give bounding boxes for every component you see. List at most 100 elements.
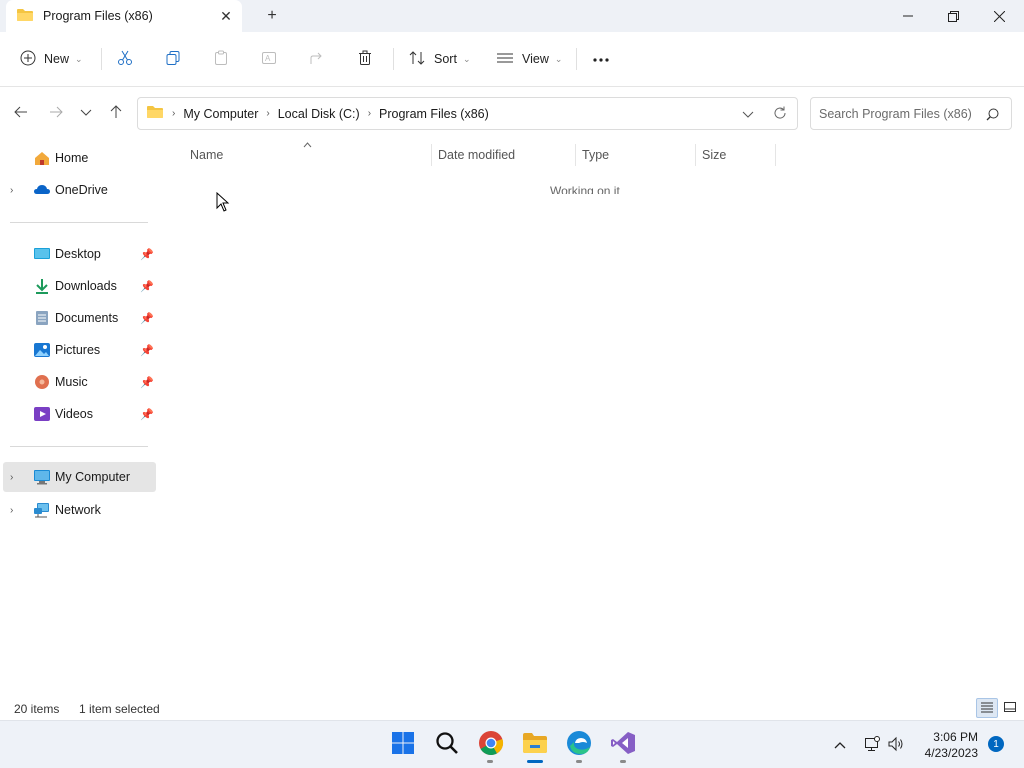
pin-icon: 📌 bbox=[140, 312, 154, 325]
clock[interactable]: 3:06 PM 4/23/2023 bbox=[918, 729, 978, 761]
start-button[interactable] bbox=[388, 729, 418, 759]
column-divider[interactable] bbox=[775, 144, 776, 166]
up-button[interactable] bbox=[103, 100, 129, 126]
rename-button[interactable]: A bbox=[261, 46, 277, 72]
status-bar: 20 items 1 item selected bbox=[0, 698, 1024, 720]
back-button[interactable] bbox=[8, 100, 34, 126]
sidebar-item-pictures[interactable]: Pictures 📌 bbox=[0, 335, 156, 365]
downloads-icon bbox=[33, 278, 51, 294]
pictures-icon bbox=[33, 342, 51, 358]
sidebar-item-label: Music bbox=[55, 375, 88, 389]
close-button[interactable] bbox=[976, 0, 1022, 32]
notification-badge[interactable]: 1 bbox=[988, 736, 1004, 752]
pin-icon: 📌 bbox=[140, 344, 154, 357]
sidebar-item-desktop[interactable]: Desktop 📌 bbox=[0, 239, 156, 269]
view-button[interactable]: View ⌄ bbox=[496, 46, 562, 72]
sidebar-item-onedrive[interactable]: › OneDrive bbox=[0, 175, 156, 205]
tab-program-files[interactable]: Program Files (x86) ✕ bbox=[6, 0, 242, 32]
share-button[interactable] bbox=[309, 46, 325, 72]
column-header-date-modified[interactable]: Date modified bbox=[438, 148, 515, 162]
search-icon[interactable] bbox=[986, 108, 999, 124]
sidebar-item-videos[interactable]: Videos 📌 bbox=[0, 399, 156, 429]
copy-icon bbox=[165, 50, 181, 69]
tiles-view-button[interactable] bbox=[999, 698, 1021, 718]
taskbar-edge[interactable] bbox=[564, 729, 594, 759]
recent-locations-button[interactable] bbox=[73, 100, 99, 126]
sidebar-item-documents[interactable]: Documents 📌 bbox=[0, 303, 156, 333]
divider bbox=[393, 48, 394, 70]
arrow-up-icon bbox=[109, 104, 123, 122]
column-divider[interactable] bbox=[431, 144, 432, 166]
sidebar-item-network[interactable]: › Network bbox=[0, 495, 156, 525]
command-bar: New ⌄ A Sort ⌄ View ⌄ bbox=[0, 32, 1024, 87]
active-indicator bbox=[527, 760, 543, 763]
network-status-button[interactable] bbox=[862, 735, 882, 755]
sidebar-item-my-computer[interactable]: › My Computer bbox=[3, 462, 156, 492]
sort-button[interactable]: Sort ⌄ bbox=[408, 46, 470, 72]
column-divider[interactable] bbox=[695, 144, 696, 166]
running-indicator bbox=[576, 760, 582, 763]
chevron-right-icon[interactable]: › bbox=[368, 108, 371, 119]
forward-button[interactable] bbox=[43, 100, 69, 126]
paste-button[interactable] bbox=[213, 46, 229, 72]
taskbar-chrome[interactable] bbox=[476, 729, 506, 759]
sort-icon bbox=[408, 50, 426, 69]
column-header-name[interactable]: Name bbox=[190, 148, 223, 162]
more-options-button[interactable] bbox=[592, 46, 610, 72]
item-count: 20 items bbox=[14, 702, 60, 716]
breadcrumb-local-disk[interactable]: Local Disk (C:) bbox=[278, 107, 360, 121]
sidebar-item-home[interactable]: Home bbox=[0, 143, 156, 173]
divider bbox=[576, 48, 577, 70]
taskbar-visual-studio[interactable] bbox=[608, 729, 638, 759]
chevron-right-icon[interactable]: › bbox=[10, 185, 22, 196]
new-button[interactable]: New ⌄ bbox=[20, 46, 83, 72]
search-input[interactable] bbox=[819, 106, 979, 121]
pin-icon: 📌 bbox=[140, 376, 154, 389]
column-header-size[interactable]: Size bbox=[702, 148, 726, 162]
copy-button[interactable] bbox=[165, 46, 181, 72]
tiles-view-icon bbox=[1003, 701, 1017, 716]
chevron-right-icon[interactable]: › bbox=[266, 108, 269, 119]
chevron-right-icon[interactable]: › bbox=[10, 505, 22, 516]
home-icon bbox=[33, 150, 51, 166]
address-dropdown-icon[interactable] bbox=[742, 108, 754, 122]
sidebar-item-label: Videos bbox=[55, 407, 93, 421]
chevron-down-icon: ⌄ bbox=[462, 53, 471, 64]
volume-button[interactable] bbox=[886, 735, 906, 755]
delete-button[interactable] bbox=[357, 46, 373, 72]
svg-text:A: A bbox=[265, 54, 271, 63]
sidebar-item-downloads[interactable]: Downloads 📌 bbox=[0, 271, 156, 301]
chevron-right-icon[interactable]: › bbox=[10, 472, 22, 483]
taskbar: 3:06 PM 4/23/2023 bbox=[0, 720, 1024, 768]
breadcrumb-program-files-x86[interactable]: Program Files (x86) bbox=[379, 107, 489, 121]
scissors-icon bbox=[117, 50, 133, 69]
chevron-right-icon: › bbox=[172, 108, 176, 119]
maximize-button[interactable] bbox=[930, 0, 976, 32]
taskbar-file-explorer[interactable] bbox=[520, 729, 550, 759]
breadcrumb-my-computer[interactable]: My Computer bbox=[183, 107, 258, 121]
column-header-type[interactable]: Type bbox=[582, 148, 609, 162]
taskbar-search-button[interactable] bbox=[432, 729, 462, 759]
divider bbox=[10, 222, 148, 223]
sidebar-item-label: Home bbox=[55, 151, 89, 165]
details-view-button[interactable] bbox=[976, 698, 998, 718]
address-bar[interactable]: › My Computer › Local Disk (C:) › Progra… bbox=[137, 97, 798, 130]
tab-title: Program Files (x86) bbox=[43, 9, 153, 23]
minimize-button[interactable] bbox=[885, 0, 931, 32]
refresh-icon[interactable] bbox=[773, 106, 787, 123]
show-hidden-icons-button[interactable] bbox=[830, 735, 850, 755]
new-tab-icon[interactable]: + bbox=[262, 6, 282, 26]
file-list[interactable]: Name Date modified Type Size Working on … bbox=[158, 140, 1024, 700]
sort-label: Sort bbox=[434, 52, 457, 66]
cut-button[interactable] bbox=[117, 46, 133, 72]
chevron-down-icon: ⌄ bbox=[75, 53, 83, 64]
tab-close-icon[interactable]: ✕ bbox=[218, 8, 234, 24]
onedrive-icon bbox=[33, 182, 51, 198]
title-bar: Program Files (x86) ✕ + bbox=[0, 0, 1024, 32]
search-box[interactable] bbox=[810, 97, 1012, 130]
clock-date: 4/23/2023 bbox=[924, 746, 978, 760]
column-divider[interactable] bbox=[575, 144, 576, 166]
computer-icon bbox=[33, 469, 51, 485]
sidebar-item-label: My Computer bbox=[55, 470, 131, 484]
sidebar-item-music[interactable]: Music 📌 bbox=[0, 367, 156, 397]
